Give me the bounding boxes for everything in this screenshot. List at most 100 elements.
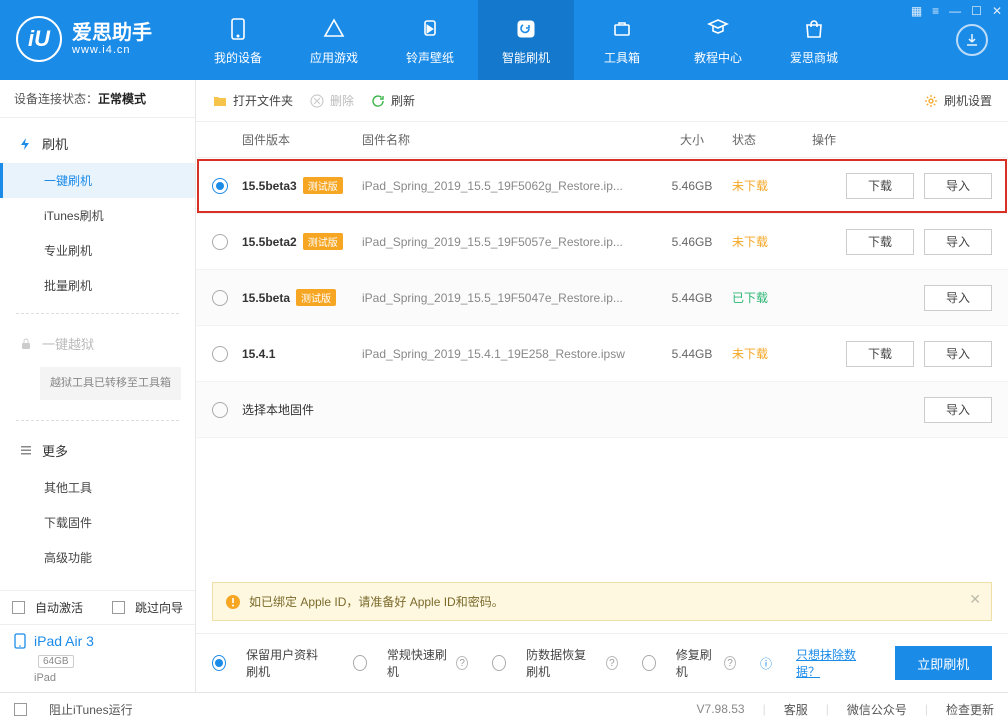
sidebar-item[interactable]: 专业刷机 xyxy=(0,233,195,268)
flash-icon xyxy=(18,136,34,152)
minimize-icon[interactable]: — xyxy=(949,4,961,18)
firmware-size: 5.46GB xyxy=(652,179,732,193)
firmware-status: 未下载 xyxy=(732,233,812,250)
option-label: 常规快速刷机 xyxy=(387,646,448,680)
tools-icon xyxy=(608,15,636,43)
row-radio[interactable] xyxy=(212,178,228,194)
maximize-icon[interactable]: ☐ xyxy=(971,4,982,18)
beta-badge: 测试版 xyxy=(303,177,343,194)
row-radio[interactable] xyxy=(212,290,228,306)
lock-icon xyxy=(18,336,34,352)
sidebar-section-flash[interactable]: 刷机 xyxy=(0,124,195,163)
grid-icon[interactable]: ▦ xyxy=(911,4,922,18)
footer-options: 保留用户资料刷机常规快速刷机?防数据恢复刷机?修复刷机?ⓘ只想抹除数据？立即刷机 xyxy=(196,633,1008,692)
store-icon xyxy=(800,15,828,43)
option-label: 修复刷机 xyxy=(676,646,716,680)
table-header: 固件版本 固件名称 大小 状态 操作 xyxy=(196,122,1008,158)
sidebar-item[interactable]: 高级功能 xyxy=(0,540,195,575)
update-link[interactable]: 检查更新 xyxy=(946,701,994,718)
flash-mode-option[interactable]: 常规快速刷机? xyxy=(353,646,468,680)
flash-mode-option[interactable]: 保留用户资料刷机 xyxy=(212,646,329,680)
option-radio[interactable] xyxy=(492,655,506,671)
import-button[interactable]: 导入 xyxy=(924,341,992,367)
tab-label: 爱思商城 xyxy=(790,49,838,66)
download-button[interactable]: 下载 xyxy=(846,173,914,199)
help-icon[interactable]: ? xyxy=(456,656,468,670)
start-flash-button[interactable]: 立即刷机 xyxy=(895,646,992,680)
firmware-row[interactable]: 15.5beta测试版 iPad_Spring_2019_15.5_19F504… xyxy=(196,270,1008,326)
app-logo: iU 爱思助手 www.i4.cn xyxy=(16,16,152,62)
row-radio[interactable] xyxy=(212,234,228,250)
main-panel: 打开文件夹 删除 刷新 刷机设置 固件版本 固件名称 大小 状态 操作 xyxy=(196,80,1008,692)
option-radio[interactable] xyxy=(642,655,656,671)
firmware-row[interactable]: 15.5beta2测试版 iPad_Spring_2019_15.5_19F50… xyxy=(196,214,1008,270)
help-icon[interactable]: ? xyxy=(724,656,736,670)
close-icon[interactable]: ✕ xyxy=(992,4,1002,18)
device-name: iPad Air 3 xyxy=(34,633,94,649)
tab-store[interactable]: 爱思商城 xyxy=(766,0,862,80)
firmware-version: 15.4.1 xyxy=(242,347,362,361)
tab-tutorial[interactable]: 教程中心 xyxy=(670,0,766,80)
tab-ring[interactable]: 铃声壁纸 xyxy=(382,0,478,80)
firmware-size: 5.44GB xyxy=(652,291,732,305)
flash-settings-button[interactable]: 刷机设置 xyxy=(923,92,992,109)
firmware-filename: iPad_Spring_2019_15.4.1_19E258_Restore.i… xyxy=(362,347,652,361)
menu-icon[interactable]: ≡ xyxy=(932,4,939,18)
block-itunes-label: 阻止iTunes运行 xyxy=(49,701,133,718)
flash-mode-option[interactable]: 修复刷机? xyxy=(642,646,736,680)
device-panel: iPad Air 3 64GB iPad xyxy=(0,624,195,692)
sidebar-item[interactable]: 下载固件 xyxy=(0,505,195,540)
tab-label: 教程中心 xyxy=(694,49,742,66)
firmware-version: 15.5beta3测试版 xyxy=(242,177,362,194)
help-icon[interactable]: ? xyxy=(606,656,618,670)
close-notice-button[interactable]: ✕ xyxy=(969,591,981,608)
option-radio[interactable] xyxy=(212,655,226,671)
support-link[interactable]: 客服 xyxy=(784,701,808,718)
info-icon[interactable]: ⓘ xyxy=(760,655,772,672)
row-radio[interactable] xyxy=(212,346,228,362)
download-button[interactable]: 下载 xyxy=(846,341,914,367)
open-folder-button[interactable]: 打开文件夹 xyxy=(212,92,293,109)
auto-activate-checkbox[interactable] xyxy=(12,601,25,614)
download-center-button[interactable] xyxy=(956,24,988,56)
sidebar: 设备连接状态：正常模式 刷机 一键刷机iTunes刷机专业刷机批量刷机 一键越狱… xyxy=(0,80,196,692)
refresh-button[interactable]: 刷新 xyxy=(370,92,415,109)
import-button[interactable]: 导入 xyxy=(924,397,992,423)
firmware-row[interactable]: 15.4.1 iPad_Spring_2019_15.4.1_19E258_Re… xyxy=(196,326,1008,382)
delete-button[interactable]: 删除 xyxy=(309,92,354,109)
firmware-row[interactable]: 15.5beta3测试版 iPad_Spring_2019_15.5_19F50… xyxy=(196,158,1008,214)
col-status: 状态 xyxy=(732,131,812,148)
skip-guide-checkbox[interactable] xyxy=(112,601,125,614)
col-version: 固件版本 xyxy=(212,131,362,148)
import-button[interactable]: 导入 xyxy=(924,285,992,311)
import-button[interactable]: 导入 xyxy=(924,229,992,255)
local-firmware-row[interactable]: 选择本地固件 导入 xyxy=(196,382,1008,438)
sidebar-item[interactable]: iTunes刷机 xyxy=(0,198,195,233)
tab-flash[interactable]: 智能刷机 xyxy=(478,0,574,80)
sidebar-section-more[interactable]: 更多 xyxy=(0,431,195,470)
logo-badge: iU xyxy=(16,16,62,62)
erase-data-link[interactable]: 只想抹除数据？ xyxy=(796,646,870,680)
row-radio[interactable] xyxy=(212,402,228,418)
auto-activate-label: 自动激活 xyxy=(35,599,83,616)
sidebar-item[interactable]: 批量刷机 xyxy=(0,268,195,303)
option-label: 防数据恢复刷机 xyxy=(526,646,598,680)
wechat-link[interactable]: 微信公众号 xyxy=(847,701,907,718)
apps-icon xyxy=(320,15,348,43)
firmware-status: 未下载 xyxy=(732,177,812,194)
tab-tools[interactable]: 工具箱 xyxy=(574,0,670,80)
ring-icon xyxy=(416,15,444,43)
sidebar-item[interactable]: 其他工具 xyxy=(0,470,195,505)
firmware-filename: iPad_Spring_2019_15.5_19F5062g_Restore.i… xyxy=(362,179,652,193)
download-button[interactable]: 下载 xyxy=(846,229,914,255)
folder-icon xyxy=(212,93,228,109)
tab-apps[interactable]: 应用游戏 xyxy=(286,0,382,80)
flash-icon xyxy=(512,15,540,43)
block-itunes-checkbox[interactable] xyxy=(14,703,27,716)
flash-mode-option[interactable]: 防数据恢复刷机? xyxy=(492,646,618,680)
tab-device[interactable]: 我的设备 xyxy=(190,0,286,80)
sidebar-item[interactable]: 一键刷机 xyxy=(0,163,195,198)
device-storage: 64GB xyxy=(38,655,74,668)
import-button[interactable]: 导入 xyxy=(924,173,992,199)
option-radio[interactable] xyxy=(353,655,367,671)
